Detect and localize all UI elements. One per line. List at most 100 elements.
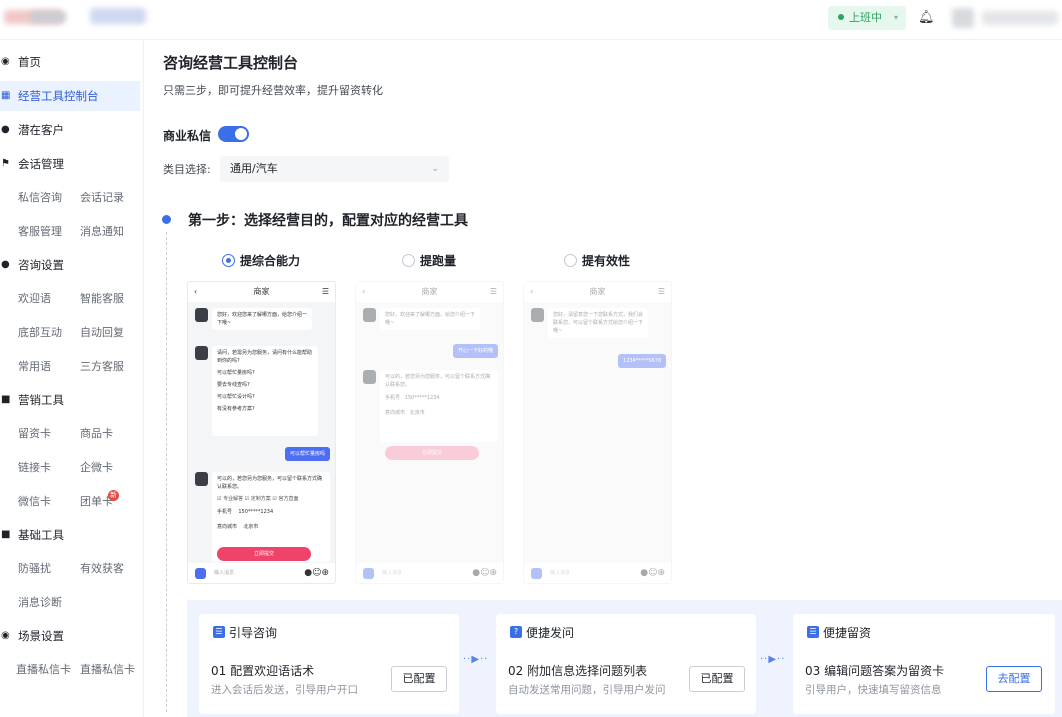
sidebar-divider [143, 41, 144, 717]
checkbox-label: 定制方案 [250, 496, 271, 502]
radio-selected-icon [222, 254, 235, 267]
avatar[interactable] [952, 8, 974, 28]
radio-icon [564, 254, 577, 267]
sidebar-item-dashboard[interactable]: ▦ 经营工具控制台 [0, 81, 140, 111]
chat-bubble: 您好，请留意您一下您联系方式，我们会联系您，可以留个联系方式给您介绍一下哦~ [548, 308, 648, 338]
option-comprehensive[interactable]: 提综合能力 [222, 253, 300, 269]
bell-icon[interactable]: 🔔︎ [918, 10, 935, 26]
option-volume[interactable]: 提跑量 [402, 253, 456, 269]
back-icon: ‹ [194, 287, 198, 296]
city-label: 意向城市 [217, 524, 238, 530]
sidebar-sub-anti-harass[interactable]: 防骚扰 [18, 561, 51, 577]
card-title: 便捷留资 [823, 626, 872, 640]
phone-chat-body: 您好，欢迎您来了解哪方面，给您介绍一下哦~ 请问，若需另为您服务，请问有什么能帮… [188, 302, 335, 565]
configured-button[interactable]: 已配置 [689, 666, 745, 692]
sidebar-item-label: 营销工具 [18, 393, 64, 407]
option-label: 提跑量 [420, 254, 457, 268]
brand-blur [90, 8, 146, 24]
phone-label: 手机号 [385, 395, 401, 401]
sidebar-sub-bottom-interact[interactable]: 底部互动 [18, 325, 62, 341]
work-status-dropdown[interactable]: 上班中 ▾ [828, 6, 906, 30]
sidebar-item-scene-settings[interactable]: ◉ 场景设置 [0, 621, 140, 651]
logo-text [30, 11, 66, 23]
sidebar-sub-agent-mgmt[interactable]: 客服管理 [18, 224, 62, 240]
sidebar-item-sessions[interactable]: ⚑ 会话管理 [0, 149, 140, 179]
sidebar-item-basic-tools[interactable]: ■ 基础工具 [0, 520, 140, 550]
radio-icon [402, 254, 415, 267]
checkbox-label: 专业解答 [223, 496, 244, 502]
step1-title: 第一步：选择经营目的，配置对应的经营工具 [188, 213, 468, 229]
toggle-knob [235, 128, 247, 140]
phone-header-title: 商家 [421, 287, 438, 296]
agent-avatar [531, 308, 544, 322]
app-root: 上班中 ▾ 🔔︎ ◉ 首页 ▦ 经营工具控制台 ● 潜在客户 ⚑ 会话管理 私信咨询 会… [0, 0, 1062, 717]
business-msg-label: 商业私信 [163, 129, 212, 143]
configured-button[interactable]: 已配置 [391, 666, 447, 692]
chat-bubble: 您好，欢迎您来了解哪方面，给您介绍一下哦~ [212, 308, 312, 330]
sidebar-sub-product-card[interactable]: 商品卡 [80, 426, 113, 442]
sidebar: ◉ 首页 ▦ 经营工具控制台 ● 潜在客户 ⚑ 会话管理 私信咨询 会话记录 客服管理 … [0, 41, 142, 717]
sidebar-item-label: 场景设置 [18, 629, 64, 643]
checkbox-row: ☑ 专业解答 ☑ 定制方案 ☑ 官方直面 [217, 496, 299, 502]
back-icon: ‹ [362, 287, 366, 296]
emoji-plus-icons: ●☺⊕ [304, 568, 329, 578]
sidebar-sub-smart-agent[interactable]: 智能客服 [80, 291, 124, 307]
phone-header: ‹ 商家 ☰ [188, 282, 335, 302]
user-reply-bubble: 可以帮忙量房吗 [284, 447, 330, 461]
phone-header-title: 商家 [253, 287, 270, 296]
sidebar-item-marketing[interactable]: ■ 营销工具 [0, 385, 140, 415]
phone-value: 150*****1234 [404, 395, 440, 401]
phone-header-title: 商家 [589, 287, 606, 296]
sidebar-sub-common-phrases[interactable]: 常用语 [18, 359, 51, 375]
business-msg-toggle[interactable] [218, 126, 249, 142]
sidebar-sub-third-party[interactable]: 三方客服 [80, 359, 124, 375]
sidebar-sub-lead-card[interactable]: 留资卡 [18, 426, 51, 442]
city-value: 北京市 [243, 524, 259, 530]
city-value: 北京市 [409, 410, 425, 416]
city-row: 意向城市 北京市 [217, 523, 325, 531]
sidebar-item-label: 咨询设置 [18, 258, 64, 272]
dashboard-icon: ▦ [1, 90, 11, 101]
sidebar-sub-auto-reply[interactable]: 自动回复 [80, 325, 124, 341]
sidebar-sub-live-card-1[interactable]: 直播私信卡 [16, 662, 71, 678]
step-connector [166, 232, 167, 712]
sidebar-sub-session-log[interactable]: 会话记录 [80, 190, 124, 206]
phone-input-bar: 输入消息 ●☺⊕ [188, 563, 335, 583]
sidebar-sub-msg-diagnosis[interactable]: 消息诊断 [18, 595, 62, 611]
sidebar-item-label: 经营工具控制台 [18, 89, 99, 103]
sidebar-item-leads[interactable]: ● 潜在客户 [0, 115, 140, 145]
sidebar-item-home[interactable]: ◉ 首页 [0, 47, 140, 77]
phone-row: 手机号 150*****1234 [385, 394, 493, 402]
phone-label: 手机号 [217, 509, 233, 515]
sidebar-sub-valid-leads[interactable]: 有效获客 [80, 561, 124, 577]
phone-chat-body: 您好，欢迎来了解哪方面，给您介绍一下哦~ 开心一下好的哦 可以的，若您另为您服务… [356, 302, 503, 565]
input-placeholder: 输入消息 [214, 570, 235, 576]
sidebar-sub-live-card-2[interactable]: 直播私信卡 [80, 662, 135, 678]
category-select[interactable]: 通用/汽车 ⌄ [220, 156, 449, 182]
question-item: 要去专线查吗? [217, 382, 250, 388]
city-label: 意向城市 [385, 410, 406, 416]
sidebar-sub-notifications[interactable]: 消息通知 [80, 224, 124, 240]
phone-value: 150*****1234 [238, 509, 274, 515]
lead-card-bubble: 可以的，若您另为您服务，可以留个联系方式确认联系您。 手机号 150*****1… [380, 370, 498, 442]
option-validity[interactable]: 提有效性 [564, 253, 630, 269]
scene-icon: ◉ [1, 630, 10, 641]
question-item: 可以帮忙设计吗? [217, 394, 255, 400]
sidebar-sub-private-msg[interactable]: 私信咨询 [18, 190, 62, 206]
phone-header: ‹ 商家 ☰ [356, 282, 503, 302]
option-label: 提有效性 [582, 254, 631, 268]
config-flow-panel: ☰ 引导咨询 01 配置欢迎语话术 进入会话后发送，引导用户开口 已配置 ··▶… [187, 600, 1062, 717]
user-name[interactable] [982, 11, 1058, 25]
page-title: 咨询经营工具控制台 [163, 54, 299, 72]
category-value: 通用/汽车 [230, 162, 278, 175]
sidebar-item-consult-settings[interactable]: ● 咨询设置 [0, 250, 140, 280]
user-reply-bubble: 开心一下好的哦 [452, 344, 498, 358]
sidebar-sub-welcome[interactable]: 欢迎语 [18, 291, 51, 307]
card-step-name: 03 编辑问题答案为留资卡 [805, 664, 945, 678]
sidebar-sub-wecom-card[interactable]: 企微卡 [80, 460, 113, 476]
sidebar-item-label: 首页 [18, 55, 41, 69]
go-configure-button[interactable]: 去配置 [986, 666, 1042, 692]
sidebar-sub-wechat-card[interactable]: 微信卡 [18, 494, 51, 510]
emoji-plus-icons: ●☺⊕ [472, 568, 497, 578]
sidebar-sub-link-card[interactable]: 链接卡 [18, 460, 51, 476]
